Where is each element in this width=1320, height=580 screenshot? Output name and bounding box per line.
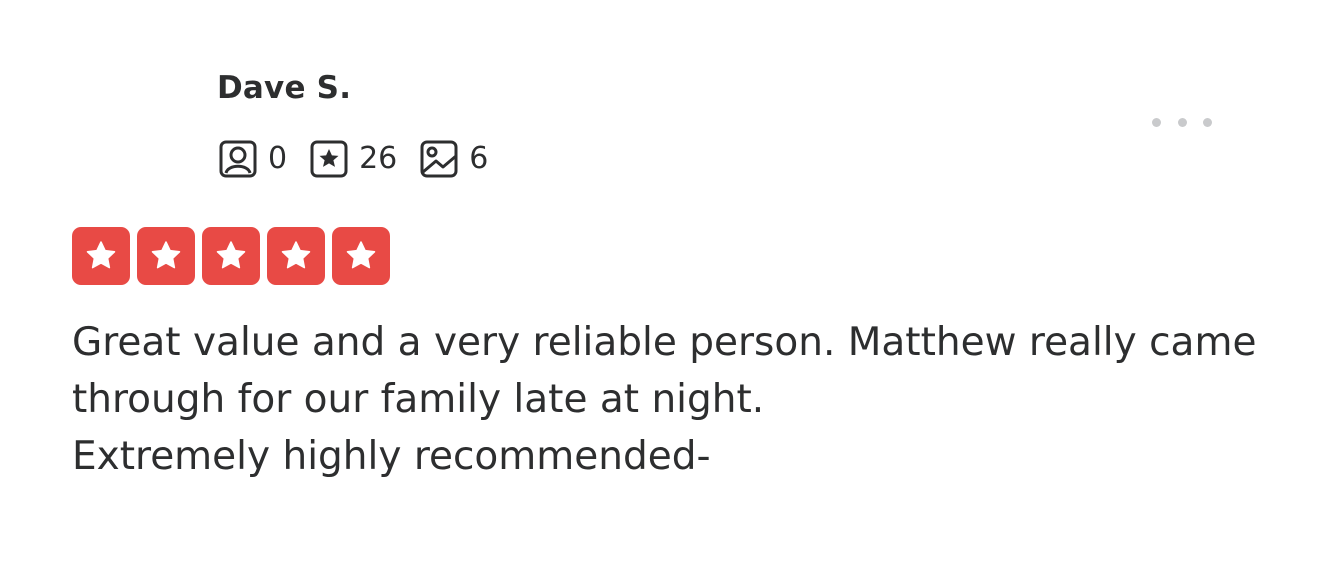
- review-text-line: Extremely highly recommended-: [72, 434, 711, 479]
- review-text-line: through for our family late at night.: [72, 377, 765, 422]
- more-dot-icon: [1177, 117, 1187, 127]
- star-icon: [72, 227, 130, 285]
- review-card: Dave S. 0 26 6 Great value and a very re…: [0, 0, 1320, 580]
- star-icon: [332, 227, 390, 285]
- user-stats: 0 26 6: [218, 138, 510, 180]
- star-icon: [267, 227, 325, 285]
- reviews-count: 26: [359, 141, 398, 176]
- more-dot-icon: [1203, 117, 1212, 127]
- review-text-line: Great value and a very reliable person. …: [72, 320, 1257, 365]
- star-icon: [137, 227, 195, 285]
- more-dot-icon: [1152, 117, 1161, 127]
- more-options-button[interactable]: [1146, 106, 1218, 138]
- star-icon: [202, 227, 260, 285]
- photos-count: 6: [469, 141, 489, 176]
- photos-icon: [419, 139, 459, 179]
- reviews-stat: 26: [309, 139, 397, 179]
- user-name[interactable]: Dave S.: [217, 70, 351, 106]
- friends-icon: [218, 139, 258, 179]
- review-text: Great value and a very reliable person. …: [72, 314, 1272, 485]
- star-rating: [72, 227, 390, 285]
- avatar[interactable]: [72, 70, 192, 190]
- friends-stat: 0: [218, 139, 287, 179]
- photos-stat: 6: [419, 139, 488, 179]
- friends-count: 0: [268, 141, 288, 176]
- reviews-icon: [309, 139, 349, 179]
